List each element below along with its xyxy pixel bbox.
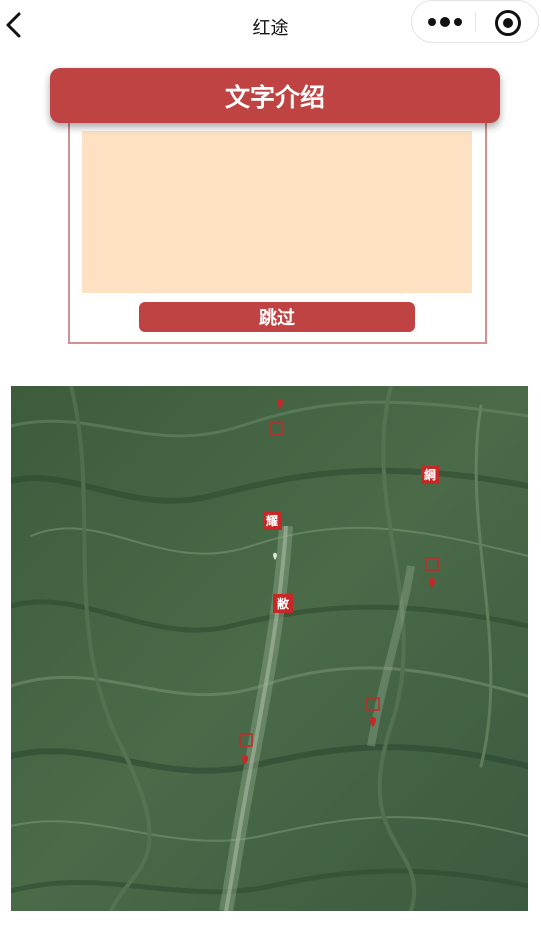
page: 红途 文字介绍 跳过 綱 耀 敝 [0, 0, 541, 937]
close-button[interactable] [494, 9, 522, 37]
satellite-map[interactable]: 綱 耀 敝 [11, 386, 528, 911]
place-label[interactable]: 耀 [263, 512, 282, 530]
svg-text:敝: 敝 [277, 596, 289, 611]
mini-program-capsule [411, 0, 539, 43]
svg-text:綱: 綱 [424, 467, 436, 482]
skip-button[interactable]: 跳过 [139, 302, 415, 332]
intro-text-panel [82, 131, 472, 293]
close-target-icon [495, 10, 521, 36]
more-dots-icon [428, 17, 462, 27]
capsule-divider [475, 12, 476, 32]
nav-bar: 红途 [0, 0, 541, 50]
more-button[interactable] [426, 11, 464, 33]
place-label[interactable]: 敝 [273, 594, 293, 613]
place-label[interactable]: 綱 [421, 466, 439, 484]
svg-text:耀: 耀 [265, 514, 278, 528]
intro-title: 文字介绍 [50, 68, 500, 123]
